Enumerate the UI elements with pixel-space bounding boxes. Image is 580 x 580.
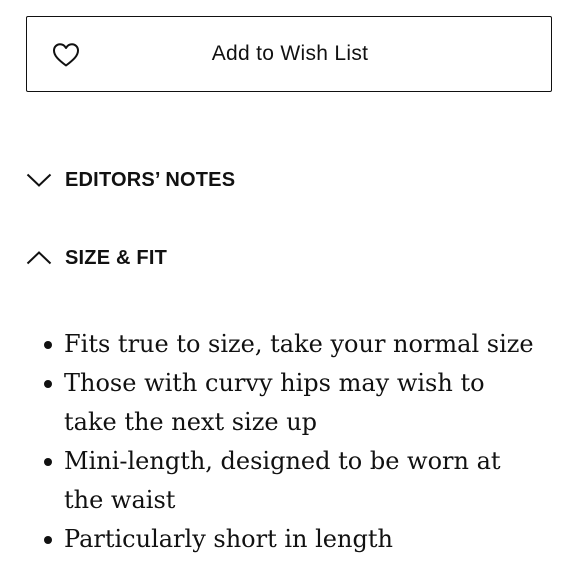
chevron-up-icon	[26, 251, 52, 265]
list-item: Those with curvy hips may wish to take t…	[44, 364, 544, 442]
chevron-down-icon	[26, 173, 52, 187]
heart-icon	[53, 43, 79, 67]
bullet-icon	[44, 380, 52, 388]
bullet-icon	[44, 341, 52, 349]
list-item: Mini-length, designed to be worn at the …	[44, 442, 544, 520]
list-item-text: Fits true to size, take your normal size	[64, 330, 534, 358]
bullet-icon	[44, 536, 52, 544]
list-item-text: Mini-length, designed to be worn at the …	[64, 447, 501, 514]
list-item-text: Particularly short in length	[64, 525, 393, 553]
accordion-size-fit[interactable]: SIZE & FIT	[26, 243, 167, 273]
list-item: Particularly short in length	[44, 520, 544, 559]
wishlist-label: Add to Wish List	[211, 42, 369, 65]
add-to-wishlist-button[interactable]: Add to Wish List	[26, 16, 552, 92]
list-item: Fits true to size, take your normal size	[44, 325, 544, 364]
size-fit-title: SIZE & FIT	[65, 246, 167, 269]
bullet-icon	[44, 458, 52, 466]
list-item-text: Those with curvy hips may wish to take t…	[64, 369, 485, 436]
accordion-editors-notes[interactable]: EDITORS’ NOTES	[26, 165, 235, 195]
size-fit-list: Fits true to size, take your normal size…	[44, 325, 544, 559]
editors-notes-title: EDITORS’ NOTES	[65, 168, 236, 191]
product-details-panel: Add to Wish List EDITORS’ NOTES SIZE & F…	[0, 0, 580, 580]
